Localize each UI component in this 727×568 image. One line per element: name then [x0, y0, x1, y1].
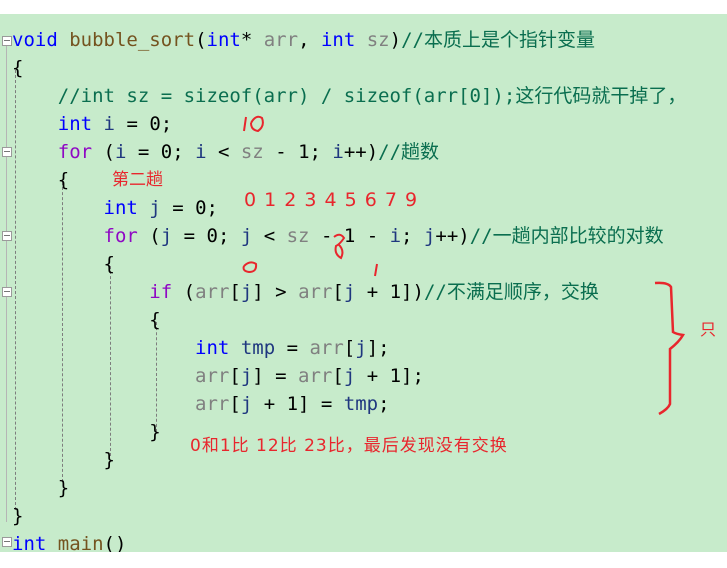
- annotation-second-pass: 第二趟: [112, 170, 163, 190]
- annotation-side-note: 只: [700, 320, 717, 339]
- annotation-compare-note: 0和1比 12比 23比，最后发现没有交换: [190, 436, 508, 456]
- annotation-one-strokes: [374, 263, 378, 277]
- annotation-eight-strokes: [333, 233, 346, 260]
- code-editor[interactable]: void bubble_sort(int* arr, int sz)//本质上是…: [0, 14, 727, 552]
- annotation-index-digits: 0 1 2 3 4 5 6 7 9: [244, 189, 419, 211]
- annotation-ten-strokes: [243, 115, 264, 133]
- annotation-zero-strokes: [242, 261, 258, 274]
- annotation-layer: [242, 115, 685, 416]
- curly-brace-annotation: [654, 281, 685, 416]
